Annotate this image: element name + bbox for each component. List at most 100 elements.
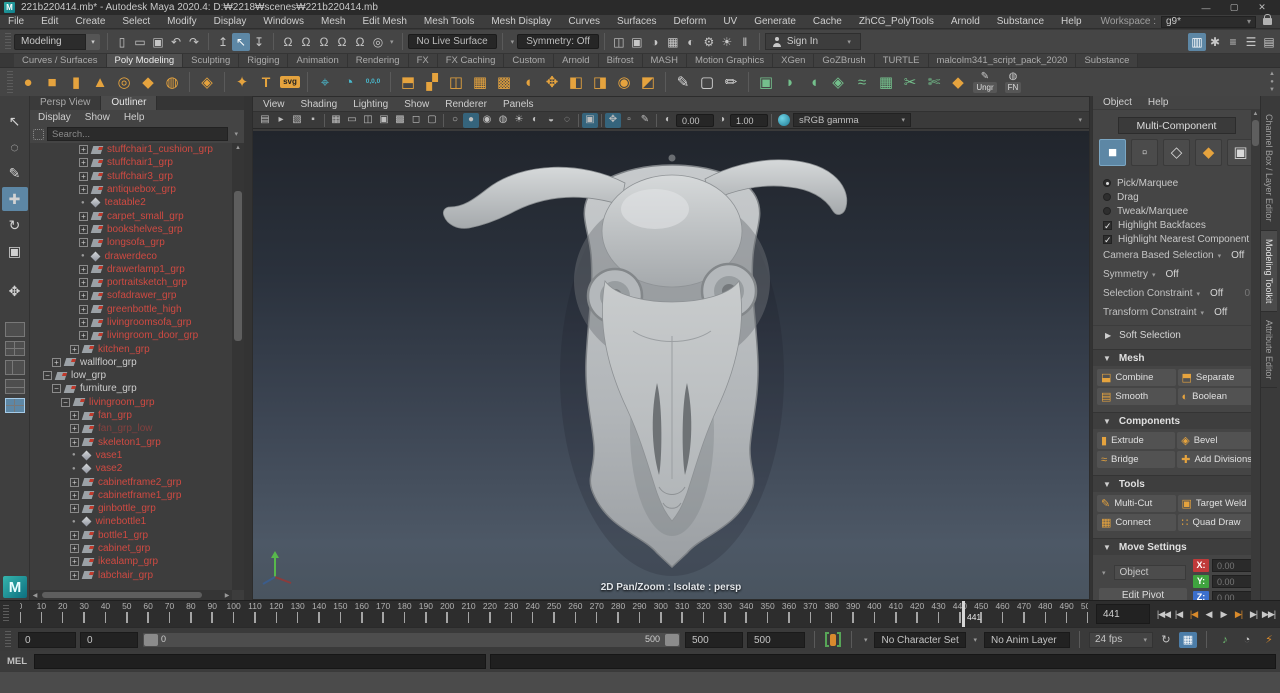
range-end-handle[interactable]: [665, 634, 679, 646]
outliner-item-teatable2[interactable]: ●teatable2: [30, 196, 232, 209]
outliner-item-wallfloor-grp[interactable]: +wallfloor_grp: [30, 356, 232, 369]
outliner-item-longsofa-grp[interactable]: +longsofa_grp: [30, 236, 232, 249]
expand-toggle[interactable]: +: [70, 345, 79, 354]
menu-show[interactable]: Show: [404, 99, 429, 110]
cut-tool-button[interactable]: ✂: [898, 70, 922, 94]
wrap-sphere-button[interactable]: ◉: [612, 70, 636, 94]
fold-corner-button[interactable]: ◩: [636, 70, 660, 94]
dock-tab-channel-box-layer-editor[interactable]: Channel Box / Layer Editor: [1261, 106, 1277, 231]
close-window-button[interactable]: ✕: [1248, 1, 1276, 14]
lock-workspace-icon[interactable]: [1263, 18, 1272, 25]
open-scene-button[interactable]: ▭: [131, 33, 149, 51]
face-mode-button[interactable]: ◆: [1195, 139, 1222, 166]
symmetry-options-arrow[interactable]: ▾: [511, 38, 515, 46]
menu-deform[interactable]: Deform: [674, 16, 707, 27]
smooth-mesh-button[interactable]: ▩: [492, 70, 516, 94]
toolbar-overflow-arrow[interactable]: ▾: [1078, 116, 1082, 124]
outliner-item-ikealamp-grp[interactable]: +ikealamp_grp: [30, 555, 232, 568]
option-selection-constraint[interactable]: Selection Constraint▾Off0: [1093, 284, 1260, 303]
outliner-item-bottle1-grp[interactable]: +bottle1_grp: [30, 529, 232, 542]
layout-persp-graph-button[interactable]: [5, 379, 25, 394]
smooth-button[interactable]: ▤Smooth: [1097, 388, 1176, 405]
poly-cylinder-button[interactable]: ▮: [64, 70, 88, 94]
type-tool-button[interactable]: T: [254, 70, 278, 94]
edit-pivot-button[interactable]: Edit Pivot: [1099, 588, 1187, 600]
remesh-button[interactable]: ◖: [802, 70, 826, 94]
light-editor-button[interactable]: ☀: [718, 33, 736, 51]
menu-generate[interactable]: Generate: [754, 16, 796, 27]
subdivide-button[interactable]: ▦: [468, 70, 492, 94]
quad-draw-button[interactable]: ∷Quad Draw: [1178, 514, 1257, 531]
curve-warp-button[interactable]: ≈: [850, 70, 874, 94]
anim-layer-arrow[interactable]: ▾: [973, 636, 977, 644]
outliner-item-drawerdeco[interactable]: ●drawerdeco: [30, 249, 232, 262]
expand-toggle[interactable]: +: [79, 145, 88, 154]
option-camera-based-selection[interactable]: Camera Based Selection▾Off: [1093, 246, 1260, 265]
make-object-live-button[interactable]: ◎: [369, 33, 387, 51]
step-forward-key-button[interactable]: ▶|: [1231, 605, 1246, 623]
menu-view[interactable]: View: [263, 99, 285, 110]
bevel-button[interactable]: ◈Bevel: [1177, 432, 1256, 449]
motion-blur-toggle-button[interactable]: ◌: [559, 113, 575, 128]
menu-zhcg-polytools[interactable]: ZhCG_PolyTools: [859, 16, 934, 27]
section-header-tools[interactable]: ▼Tools: [1093, 475, 1260, 492]
outliner-item-antiquebox-grp[interactable]: +antiquebox_grp: [30, 183, 232, 196]
sweep-mesh-button[interactable]: ◔: [337, 70, 361, 94]
view-transform-selector[interactable]: sRGB gamma▾: [793, 113, 911, 127]
outliner-item-livingroomsofa-grp[interactable]: +livingroomsofa_grp: [30, 316, 232, 329]
audio-toggle-button[interactable]: ♪: [1216, 632, 1234, 648]
menu-help[interactable]: Help: [1061, 16, 1082, 27]
menu-mesh-tools[interactable]: Mesh Tools: [424, 16, 474, 27]
pattern-grid-button[interactable]: ▦: [874, 70, 898, 94]
search-options-arrow[interactable]: ▾: [234, 130, 238, 138]
screen-space-ao-button[interactable]: ◒: [543, 113, 559, 128]
expand-toggle[interactable]: +: [79, 225, 88, 234]
expand-toggle[interactable]: −: [52, 384, 61, 393]
snap-to-grid-button[interactable]: Ω: [279, 33, 297, 51]
outliner-item-cabinetframe2-grp[interactable]: +cabinetframe2_grp: [30, 475, 232, 488]
play-backwards-button[interactable]: ◀: [1201, 605, 1216, 623]
poly-cone-button[interactable]: ▲: [88, 70, 112, 94]
two-d-pan-zoom-button[interactable]: ✥: [605, 113, 621, 128]
textured-display-button[interactable]: ◍: [495, 113, 511, 128]
toggle-humanik-button[interactable]: ✱: [1206, 33, 1224, 51]
vertex-mode-button[interactable]: ▫: [1131, 139, 1158, 166]
render-settings-button[interactable]: ⚙: [700, 33, 718, 51]
playback-end-field[interactable]: 500: [685, 632, 743, 648]
expand-toggle[interactable]: +: [79, 158, 88, 167]
range-grip[interactable]: [5, 631, 11, 649]
menu-display[interactable]: Display: [38, 112, 71, 123]
resolution-gate-button[interactable]: ◫: [360, 113, 376, 128]
expand-toggle[interactable]: +: [70, 544, 79, 553]
crease-tool-button[interactable]: ✎: [671, 70, 695, 94]
render-current-frame-button[interactable]: ▣: [628, 33, 646, 51]
poly-platonic-button[interactable]: ◈: [195, 70, 219, 94]
option-symmetry[interactable]: Symmetry▾Off: [1093, 265, 1260, 284]
outliner-item-vase2[interactable]: ●vase2: [30, 462, 232, 475]
bend-deformer-button[interactable]: ◖: [516, 70, 540, 94]
go-to-end-button[interactable]: ▶▶|: [1261, 605, 1276, 623]
shelf-tab-bifrost[interactable]: Bifrost: [599, 54, 643, 67]
current-time-field[interactable]: 441: [1096, 604, 1150, 624]
shelf-tab-fx-caching[interactable]: FX Caching: [438, 54, 505, 67]
menu-surfaces[interactable]: Surfaces: [617, 16, 656, 27]
combine-button[interactable]: ⬓Combine: [1097, 369, 1176, 386]
pause-viewport-button[interactable]: ‖: [736, 33, 754, 51]
toggle-channel-box-button[interactable]: ▤: [1260, 33, 1278, 51]
menu-lighting[interactable]: Lighting: [353, 99, 388, 110]
outliner-item-fan-grp[interactable]: +fan_grp: [30, 409, 232, 422]
menu-object[interactable]: Object: [1103, 97, 1132, 108]
separate-button[interactable]: ⬒Separate: [1178, 369, 1257, 386]
character-set-field[interactable]: No Character Set: [874, 632, 966, 648]
select-by-hierarchy-button[interactable]: ↥: [214, 33, 232, 51]
poly-plane-button[interactable]: ◆: [136, 70, 160, 94]
delete-edge-button[interactable]: ✄: [922, 70, 946, 94]
wireframe-on-shaded-button[interactable]: ◉: [479, 113, 495, 128]
outliner-item-bookshelves-grp[interactable]: +bookshelves_grp: [30, 223, 232, 236]
isolate-select-button[interactable]: ▣: [582, 113, 598, 128]
connect-button[interactable]: ▦Connect: [1097, 514, 1176, 531]
menu-show[interactable]: Show: [85, 112, 110, 123]
panel-tab-outliner[interactable]: Outliner: [101, 96, 157, 110]
evaluation-mode-button[interactable]: ⚡: [1260, 632, 1278, 648]
radio-drag[interactable]: Drag: [1093, 190, 1260, 204]
